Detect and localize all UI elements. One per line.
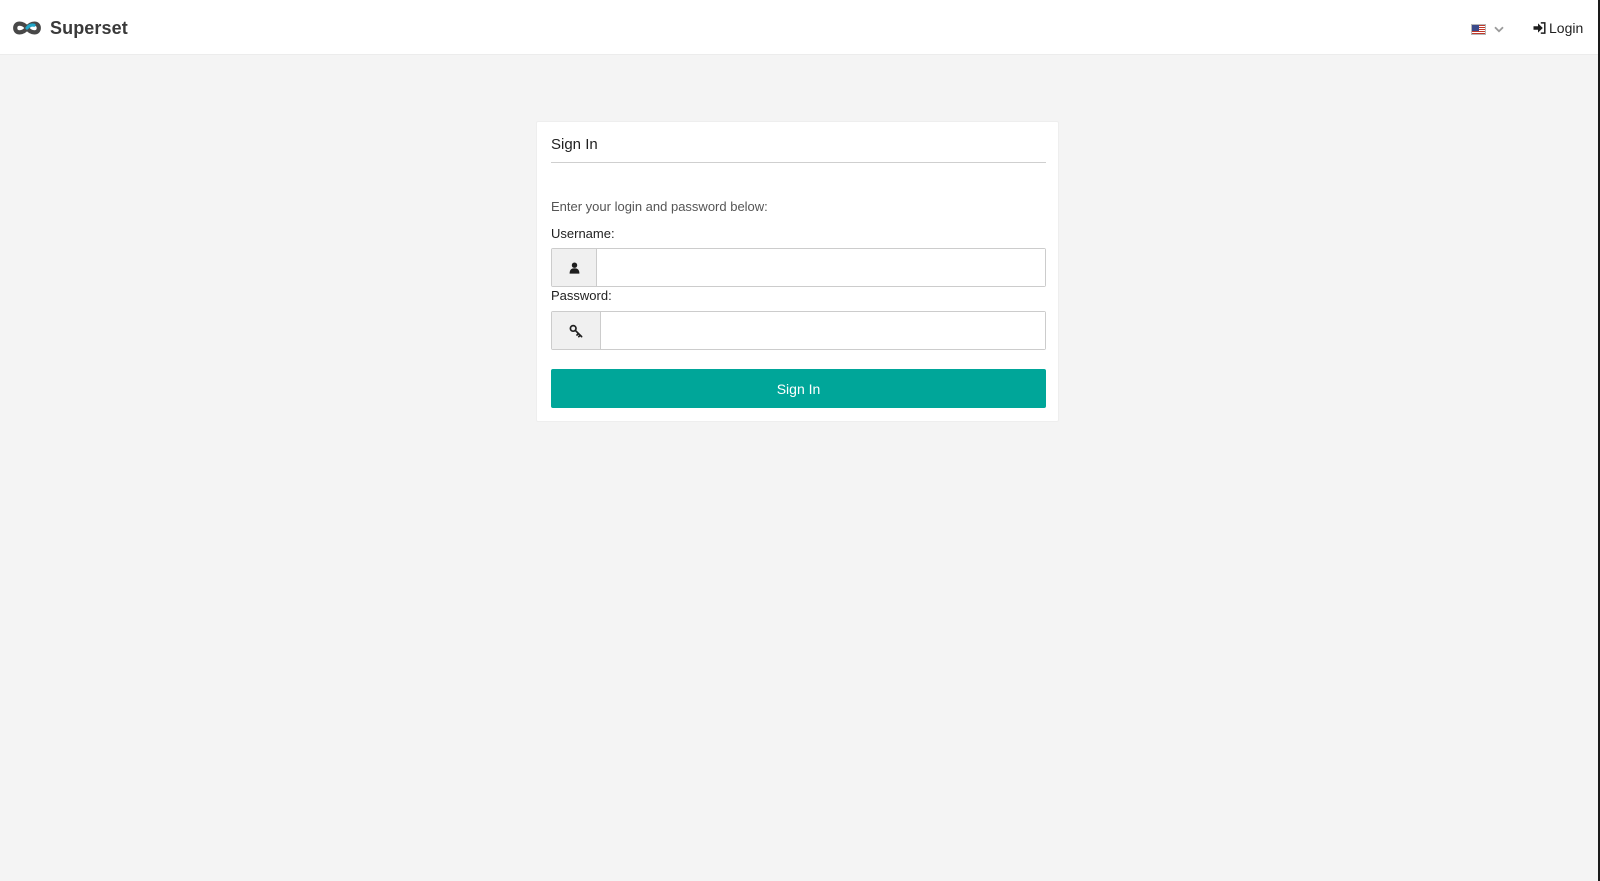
us-flag-icon xyxy=(1471,23,1486,35)
password-input[interactable] xyxy=(601,312,1045,349)
form-instructions: Enter your login and password below: xyxy=(551,199,768,214)
page: Superset Login Sign In Enter your login … xyxy=(0,0,1600,881)
chevron-down-icon xyxy=(1494,26,1504,32)
key-icon xyxy=(552,312,601,349)
username-label: Username: xyxy=(551,226,615,241)
login-label: Login xyxy=(1549,20,1584,36)
sign-in-icon xyxy=(1533,22,1546,34)
form-title: Sign In xyxy=(551,136,598,153)
brand-name: Superset xyxy=(50,17,128,38)
password-input-group xyxy=(551,311,1046,350)
username-input-group xyxy=(551,248,1046,287)
sign-in-button[interactable]: Sign In xyxy=(551,369,1046,408)
superset-logo-icon xyxy=(12,20,42,36)
top-navbar: Superset Login xyxy=(0,0,1598,55)
password-label: Password: xyxy=(551,288,612,303)
title-divider xyxy=(551,162,1046,163)
language-selector[interactable] xyxy=(1471,18,1504,40)
username-input[interactable] xyxy=(597,249,1045,286)
user-icon xyxy=(552,249,597,286)
login-card: Sign In Enter your login and password be… xyxy=(536,121,1059,422)
login-link[interactable]: Login xyxy=(1533,19,1583,37)
brand-home-link[interactable]: Superset xyxy=(12,14,128,42)
